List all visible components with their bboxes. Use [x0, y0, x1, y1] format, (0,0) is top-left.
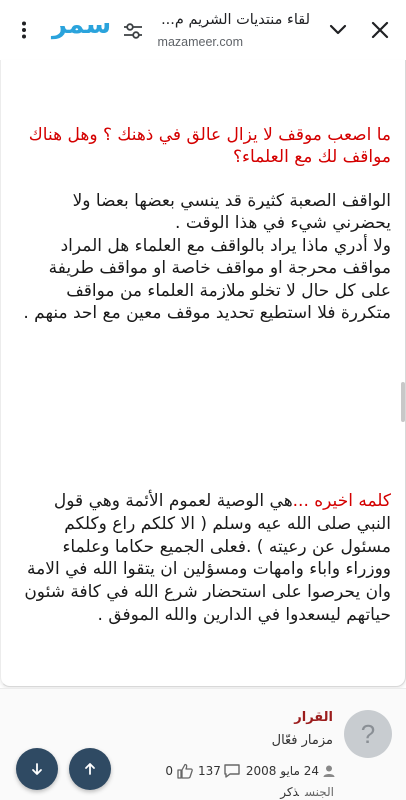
arrow-down-icon [32, 763, 42, 775]
post-answer: الواقف الصعبة كثيرة قد ينسي بعضها بعضا و… [15, 190, 391, 324]
page-url[interactable]: mazameer.com [158, 35, 243, 49]
page-title[interactable]: لقاء منتديات الشريم م... [128, 12, 310, 28]
closing-text: هي الوصية لعموم الأئمة وهي قول النبي صلى… [24, 491, 391, 625]
post-card: ما اصعب موقف لا يزال عالق في ذهنك ؟ وهل … [0, 60, 406, 687]
gender-field: الجنس ذكر [280, 785, 334, 799]
answer-paragraph-1: الواقف الصعبة كثيرة قد ينسي بعضها بعضا و… [72, 191, 391, 234]
comments-icon [224, 764, 240, 778]
site-logo[interactable]: سمر [52, 10, 112, 40]
more-options-icon[interactable] [14, 20, 34, 40]
author-title: مزمار فعّال [271, 733, 333, 748]
avatar[interactable]: ? [344, 710, 392, 758]
join-date: 24 مايو 2008 [245, 764, 319, 778]
close-icon[interactable] [364, 14, 396, 46]
site-settings-icon[interactable] [121, 19, 145, 43]
author-stats: 24 مايو 2008 137 0 [165, 760, 336, 782]
posts-count: 137 [198, 764, 221, 778]
post-closing: كلمه اخيره ...هي الوصية لعموم الأئمة وهي… [15, 490, 391, 627]
user-icon [323, 765, 335, 777]
join-date-stat: 24 مايو 2008 [246, 764, 336, 778]
browser-toolbar: لقاء منتديات الشريم م... mazameer.com سم… [0, 0, 406, 60]
post-question: ما اصعب موقف لا يزال عالق في ذهنك ؟ وهل … [28, 125, 391, 167]
likes-count: 0 [165, 764, 173, 778]
posts-stat: 137 [198, 763, 242, 779]
closing-label: كلمه اخيره ... [292, 491, 391, 511]
answer-paragraph-2: ولا أدري ماذا يراد بالواقف مع العلماء هل… [23, 235, 391, 324]
likes-stat: 0 [165, 763, 194, 779]
scroll-down-button[interactable] [16, 748, 58, 790]
thumbs-up-icon [177, 763, 193, 779]
chevron-down-icon[interactable] [322, 14, 354, 46]
divider [0, 688, 406, 689]
gender-value: ذكر [280, 785, 299, 799]
scroll-up-button[interactable] [69, 748, 111, 790]
author-name[interactable]: القرار [294, 710, 333, 725]
author-info: ? القرار مزمار فعّال 24 مايو 2008 137 0 … [0, 688, 406, 800]
gender-label: الجنس [304, 785, 334, 799]
scrollbar-thumb[interactable] [401, 382, 405, 422]
arrow-up-icon [85, 763, 95, 775]
